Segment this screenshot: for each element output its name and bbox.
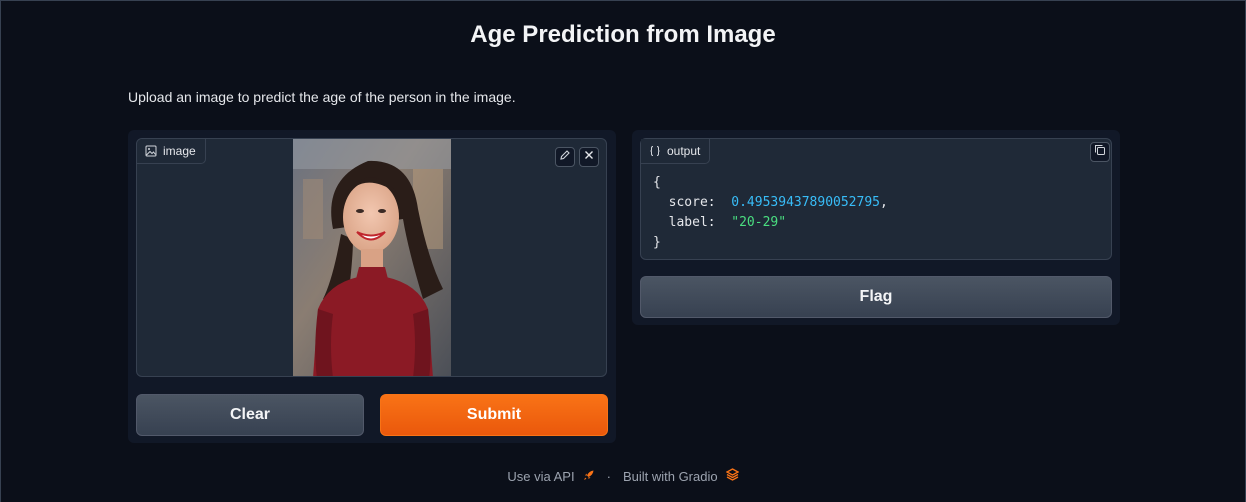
submit-button[interactable]: Submit bbox=[380, 394, 608, 436]
use-via-api-label: Use via API bbox=[507, 468, 575, 484]
json-output: { score: 0.49539437890052795, label: "20… bbox=[653, 175, 888, 250]
image-label-chip: image bbox=[137, 139, 206, 164]
output-label-chip: output bbox=[641, 139, 711, 164]
footer: Use via API · Built with Gradio bbox=[1, 468, 1245, 484]
json-label-key: label: bbox=[668, 215, 716, 230]
image-input-panel[interactable]: image bbox=[136, 138, 607, 377]
input-column: image Clear Submit bbox=[128, 130, 616, 443]
output-column: output { score: 0.49539437890052795, lab… bbox=[632, 130, 1120, 325]
uploaded-photo bbox=[293, 139, 451, 376]
json-close-brace: } bbox=[653, 235, 661, 250]
json-score-key: score: bbox=[668, 195, 716, 210]
image-icon bbox=[145, 145, 157, 157]
built-with-gradio-label: Built with Gradio bbox=[622, 468, 718, 484]
rocket-icon bbox=[583, 469, 595, 484]
json-open-brace: { bbox=[653, 175, 661, 190]
page-title: Age Prediction from Image bbox=[470, 21, 776, 48]
output-label: output bbox=[667, 144, 701, 158]
image-label: image bbox=[163, 144, 196, 158]
edit-icon bbox=[559, 148, 571, 166]
gradio-logo-icon bbox=[725, 468, 739, 484]
edit-button[interactable] bbox=[555, 147, 575, 167]
json-braces-icon bbox=[649, 145, 661, 157]
copy-button[interactable] bbox=[1090, 142, 1110, 162]
close-icon bbox=[583, 148, 595, 166]
output-panel: output { score: 0.49539437890052795, lab… bbox=[640, 138, 1112, 260]
json-label-value: "20-29" bbox=[731, 215, 787, 230]
clear-button[interactable]: Clear bbox=[136, 394, 364, 436]
copy-icon bbox=[1094, 143, 1106, 161]
footer-separator: · bbox=[606, 468, 611, 484]
page-description: Upload an image to predict the age of th… bbox=[128, 89, 516, 105]
flag-button[interactable]: Flag bbox=[640, 276, 1112, 318]
built-with-gradio-link[interactable]: Built with Gradio bbox=[623, 468, 739, 484]
clear-image-button[interactable] bbox=[579, 147, 599, 167]
use-via-api-link[interactable]: Use via API bbox=[507, 469, 594, 484]
json-score-value: 0.49539437890052795 bbox=[731, 195, 880, 210]
